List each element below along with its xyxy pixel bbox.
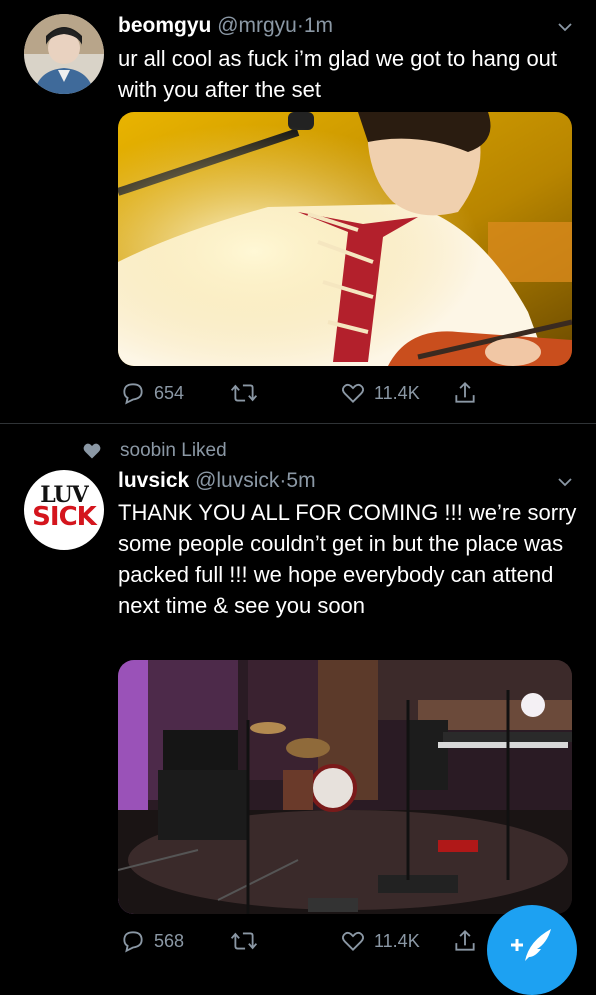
timestamp[interactable]: 1m (304, 14, 333, 37)
reply-count: 654 (154, 382, 185, 403)
retweet-button[interactable] (230, 380, 266, 406)
like-count: 11.4K (374, 382, 420, 403)
retweet-button[interactable] (230, 928, 266, 954)
chevron-down-icon[interactable] (558, 20, 572, 34)
share-button[interactable] (452, 380, 478, 406)
tweet-text: ur all cool as fuck i’m glad we got to h… (118, 46, 558, 102)
like-button[interactable]: 11.4K (340, 380, 420, 406)
avatar-logo-line2: SICK (32, 502, 97, 532)
reply-count: 568 (154, 930, 185, 951)
photo-stage (118, 660, 572, 914)
tweet-divider (0, 423, 596, 424)
like-button[interactable]: 11.4K (340, 928, 420, 954)
avatar-logo: LUV SICK (24, 484, 104, 532)
heart-filled-icon (83, 443, 101, 459)
separator: · (296, 14, 304, 37)
retweet-icon (230, 932, 258, 950)
tweet-actions: 654 11.4K (118, 380, 578, 410)
reply-button[interactable]: 654 (120, 380, 184, 406)
photo-guitarist (118, 112, 572, 366)
timestamp[interactable]: 5m (286, 469, 315, 492)
avatar-luvsick[interactable]: LUV SICK (24, 470, 104, 550)
tweet-photo[interactable] (118, 660, 572, 914)
reply-button[interactable]: 568 (120, 928, 184, 954)
tweet-text: THANK YOU ALL FOR COMING !!! we’re sorry… (118, 500, 577, 618)
share-icon (455, 381, 475, 403)
social-context[interactable]: soobin Liked (82, 440, 227, 462)
compose-icon (511, 929, 551, 961)
retweet-icon (230, 384, 258, 402)
tweet-header: beomgyu @mrgyu·1m (118, 14, 333, 38)
share-button[interactable] (452, 928, 478, 954)
avatar-beomgyu[interactable] (24, 14, 104, 94)
reply-icon (123, 383, 143, 405)
display-name[interactable]: beomgyu (118, 14, 211, 37)
like-count: 11.4K (374, 930, 420, 951)
compose-tweet-button[interactable] (487, 905, 577, 995)
heart-icon (342, 931, 364, 951)
display-name[interactable]: luvsick (118, 469, 189, 492)
chevron-down-icon[interactable] (558, 475, 572, 489)
social-context-label: soobin Liked (120, 440, 227, 461)
share-icon (455, 929, 475, 951)
tweet-header: luvsick @luvsick·5m (118, 469, 316, 493)
reply-icon (123, 931, 143, 953)
user-handle[interactable]: @mrgyu (217, 14, 297, 37)
user-handle[interactable]: @luvsick (195, 469, 279, 492)
avatar-image (24, 14, 104, 94)
heart-icon (342, 383, 364, 403)
tweet-photo[interactable] (118, 112, 572, 366)
